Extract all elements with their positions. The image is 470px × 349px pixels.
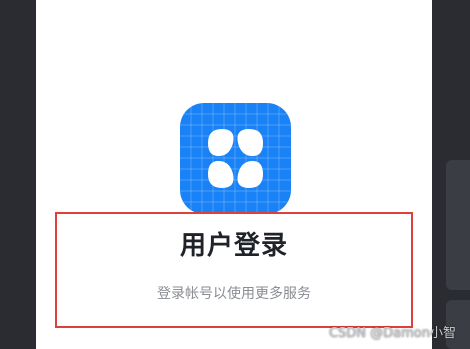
screenshot-stage: 用户登录 登录帐号以使用更多服务 CSDN @Damon小智 (0, 0, 470, 349)
watermark-text: CSDN @Damon小智 (328, 326, 456, 341)
annotation-highlight-box (55, 212, 413, 328)
side-panel-edge (446, 160, 470, 290)
app-logo-icon (180, 103, 291, 214)
